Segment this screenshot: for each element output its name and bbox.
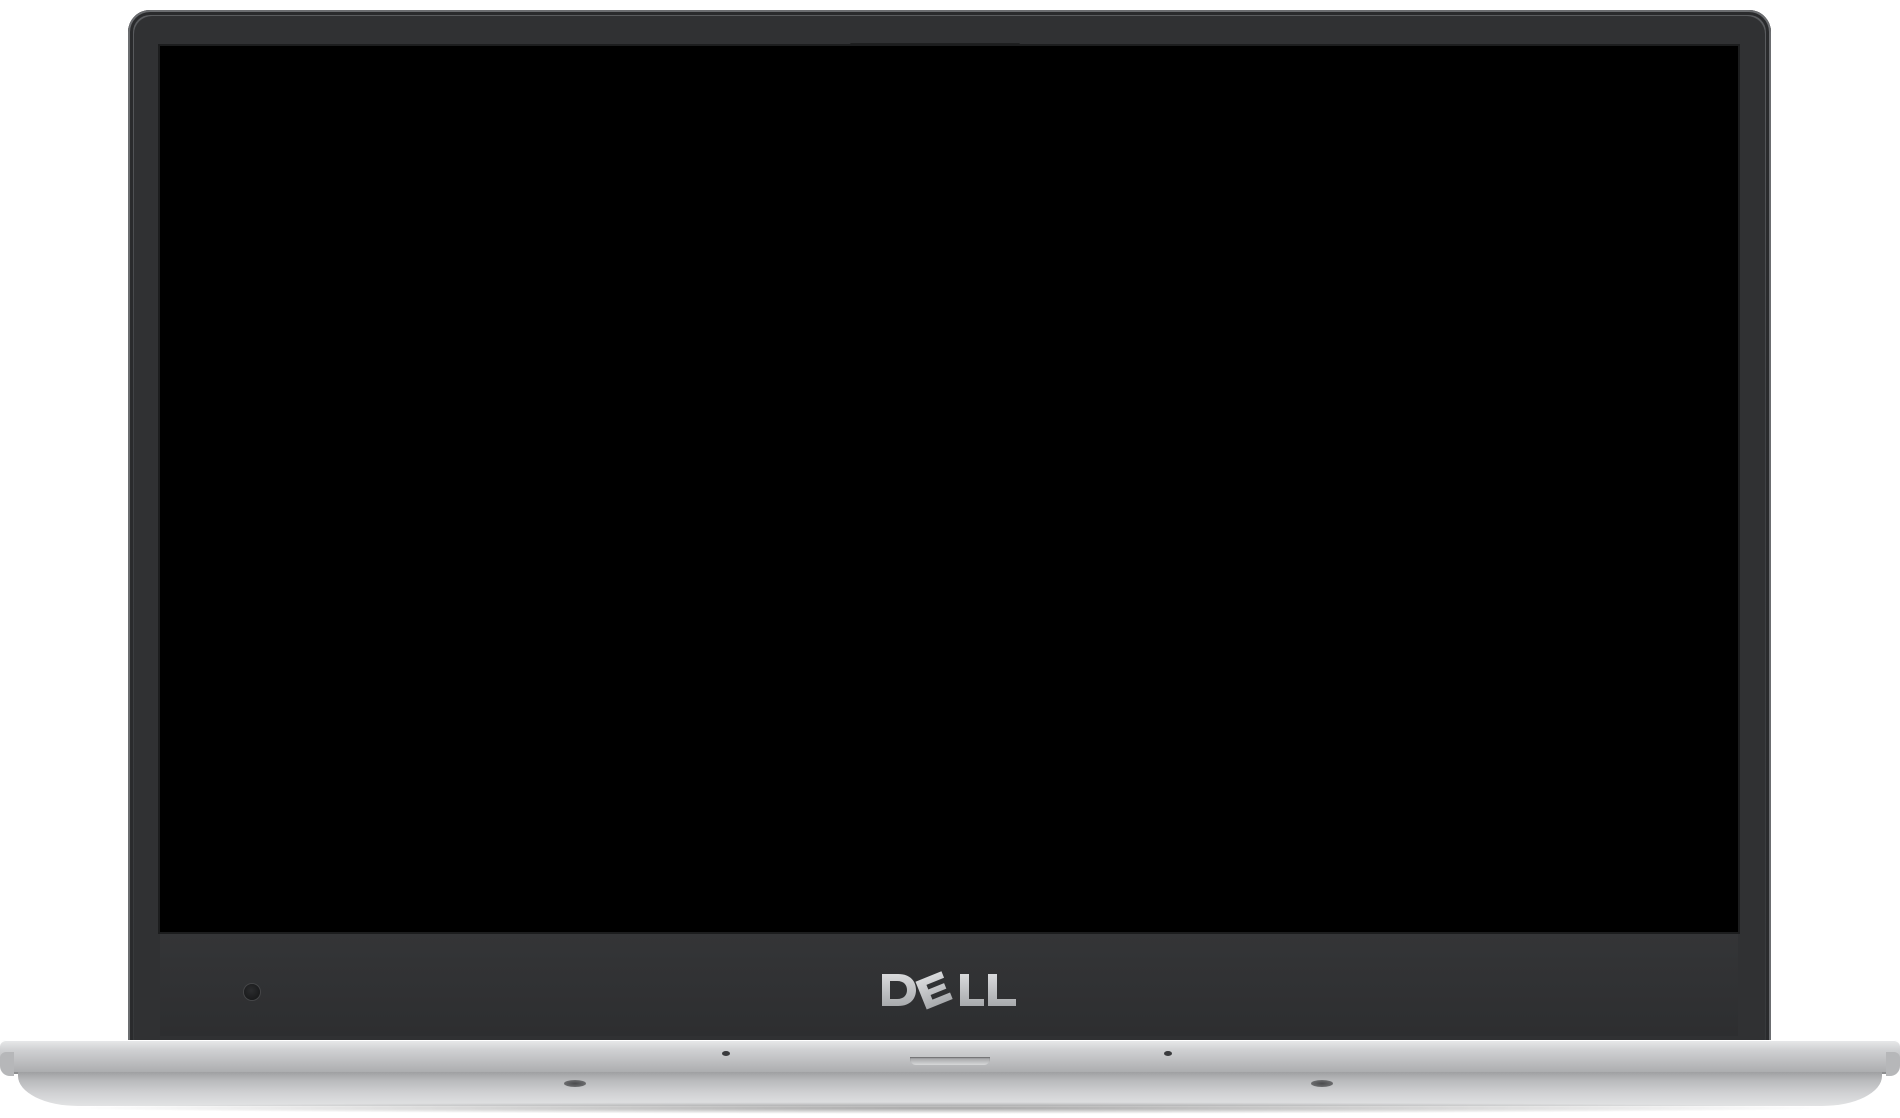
foot-right [1311,1080,1333,1087]
display-screen [160,46,1738,932]
foot-left [564,1080,586,1087]
laptop-mockup [0,0,1900,1118]
base-left-edge [0,1052,14,1076]
base-right-edge [1886,1052,1900,1076]
base-front-lip [18,1072,1882,1106]
ambient-light-sensor-icon [244,984,260,1000]
hinge-left-dot [722,1051,730,1056]
dell-logo [882,971,1016,1010]
base-shadow [60,1102,1840,1114]
hinge-right-dot [1164,1051,1172,1056]
lid-open-notch [910,1057,990,1065]
